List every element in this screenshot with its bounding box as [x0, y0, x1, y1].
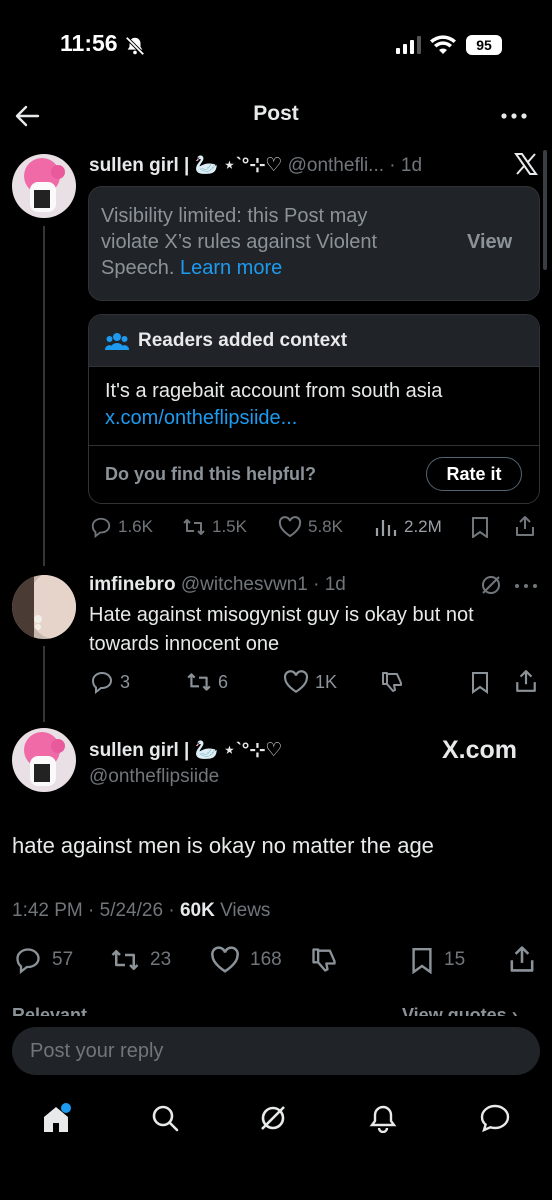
- reply-share-icon[interactable]: [514, 669, 538, 693]
- author-name[interactable]: sullen girl | 🦢 ⋆ˋ°⊹♡: [89, 155, 282, 176]
- main-author-handle[interactable]: @ontheflipsiide: [89, 766, 219, 788]
- reply-count: 1.6K: [118, 517, 153, 536]
- reply-author-name[interactable]: imfinebro: [89, 574, 176, 595]
- reply-reply-count: 3: [120, 671, 131, 692]
- views-icon: [375, 520, 397, 536]
- grok-nav-icon[interactable]: [258, 1103, 288, 1133]
- reply-repost-count: 6: [218, 671, 229, 692]
- bookmark-icon[interactable]: [470, 516, 490, 538]
- context-text: It's a ragebait account from south asia: [105, 380, 443, 402]
- limited-text-3: Speech.: [101, 257, 175, 279]
- reply-author-handle[interactable]: @witchesvwn1: [181, 574, 308, 595]
- limited-text-1: Visibility limited: this Post may: [101, 205, 368, 227]
- post-meta: 1:42 PM · 5/24/26 · 60K Views: [12, 900, 270, 922]
- reply-icon: [16, 948, 40, 974]
- repost-count: 1.5K: [212, 517, 247, 536]
- views-count: 2.2M: [404, 517, 442, 536]
- reply-text-2: towards innocent one: [89, 633, 280, 655]
- reply-more-icon[interactable]: [514, 582, 538, 590]
- notifications-bell-icon[interactable]: [368, 1103, 398, 1133]
- people-icon: [105, 332, 129, 350]
- share-icon[interactable]: [514, 515, 536, 537]
- heart-icon: [283, 670, 309, 694]
- reply-action[interactable]: 1.6K: [90, 516, 153, 538]
- repost-icon: [187, 673, 211, 691]
- wifi-icon: [430, 34, 456, 54]
- main-like-count: 168: [250, 949, 282, 970]
- views-total[interactable]: 60K: [180, 900, 215, 921]
- reply-input[interactable]: Post your reply: [12, 1027, 540, 1075]
- context-header: Readers added context: [89, 315, 539, 367]
- x-logo-icon: [514, 152, 538, 176]
- main-share-icon[interactable]: [508, 945, 536, 973]
- context-divider: [89, 445, 539, 446]
- main-post-text: hate against men is okay no matter the a…: [12, 833, 434, 858]
- reply-icon: [91, 671, 113, 694]
- learn-more-link[interactable]: Learn more: [180, 257, 282, 279]
- messages-icon[interactable]: [479, 1103, 511, 1133]
- post-timestamp: 1:42 PM · 5/24/26 ·: [12, 900, 175, 921]
- silent-bell-icon: [124, 35, 146, 57]
- main-author-name[interactable]: sullen girl | 🦢 ⋆ˋ°⊹♡: [89, 738, 282, 762]
- author-handle[interactable]: @onthefli...: [288, 155, 384, 176]
- reply-like-count: 1K: [315, 671, 338, 692]
- battery-indicator: 95: [466, 35, 502, 55]
- main-like-action[interactable]: 168: [210, 946, 282, 974]
- view-button[interactable]: View: [467, 231, 512, 254]
- reply-author-row: imfinebro @witchesvwn1 · 1d: [89, 574, 346, 596]
- visibility-limited-notice: Visibility limited: this Post may violat…: [88, 186, 540, 301]
- repost-icon: [111, 950, 139, 970]
- main-bookmark-count: 15: [444, 949, 466, 970]
- reply-like-action[interactable]: 1K: [283, 670, 337, 694]
- thread-line-2: [43, 646, 45, 722]
- home-icon[interactable]: [40, 1103, 72, 1135]
- scrollbar[interactable]: [543, 150, 547, 270]
- reply-bookmark-icon[interactable]: [470, 670, 490, 694]
- reply-text-1: Hate against misogynist guy is okay but …: [89, 604, 474, 626]
- context-title: Readers added context: [138, 330, 348, 351]
- signal-icon: [396, 36, 422, 54]
- like-count: 5.8K: [308, 517, 343, 536]
- post-age: · 1d: [389, 155, 423, 176]
- reply-repost-action[interactable]: 6: [186, 670, 228, 694]
- reply-reply-action[interactable]: 3: [90, 670, 130, 694]
- main-reply-action[interactable]: 57: [14, 946, 73, 974]
- post1-author-row: sullen girl | 🦢 ⋆ˋ°⊹♡ @onthefli... · 1d: [89, 153, 422, 177]
- avatar[interactable]: [12, 154, 76, 218]
- main-avatar[interactable]: [12, 728, 76, 792]
- heart-icon: [278, 516, 302, 538]
- status-time: 11:56: [60, 30, 118, 56]
- more-options-icon[interactable]: [500, 106, 528, 126]
- page-title: Post: [253, 102, 299, 125]
- rate-it-button[interactable]: Rate it: [426, 457, 522, 491]
- reply-text: Hate against misogynist guy is okay but …: [89, 601, 474, 659]
- main-reply-count: 57: [52, 949, 74, 970]
- like-action[interactable]: 5.8K: [278, 516, 343, 538]
- main-bookmark-action[interactable]: 15: [410, 946, 465, 974]
- repost-icon: [183, 519, 205, 535]
- heart-icon: [211, 946, 239, 973]
- views-action[interactable]: 2.2M: [374, 516, 442, 538]
- helpful-question: Do you find this helpful?: [105, 464, 316, 484]
- limited-text-2: violate X’s rules against Violent: [101, 231, 378, 253]
- reply-age: · 1d: [313, 574, 346, 595]
- reply-avatar[interactable]: [12, 575, 76, 639]
- search-icon[interactable]: [150, 1103, 180, 1133]
- main-repost-count: 23: [150, 949, 172, 970]
- context-link[interactable]: x.com/ontheflipsiide...: [105, 405, 442, 432]
- main-dislike-icon[interactable]: [310, 946, 338, 974]
- grok-icon[interactable]: [480, 574, 502, 596]
- dislike-icon[interactable]: [380, 670, 404, 694]
- repost-action[interactable]: 1.5K: [182, 516, 247, 538]
- bookmark-icon: [412, 948, 432, 974]
- reply-icon: [91, 517, 111, 538]
- x-com-badge[interactable]: X.com: [442, 736, 517, 765]
- thread-line: [43, 226, 45, 566]
- main-repost-action[interactable]: 23: [110, 946, 171, 974]
- views-label: Views: [220, 900, 271, 921]
